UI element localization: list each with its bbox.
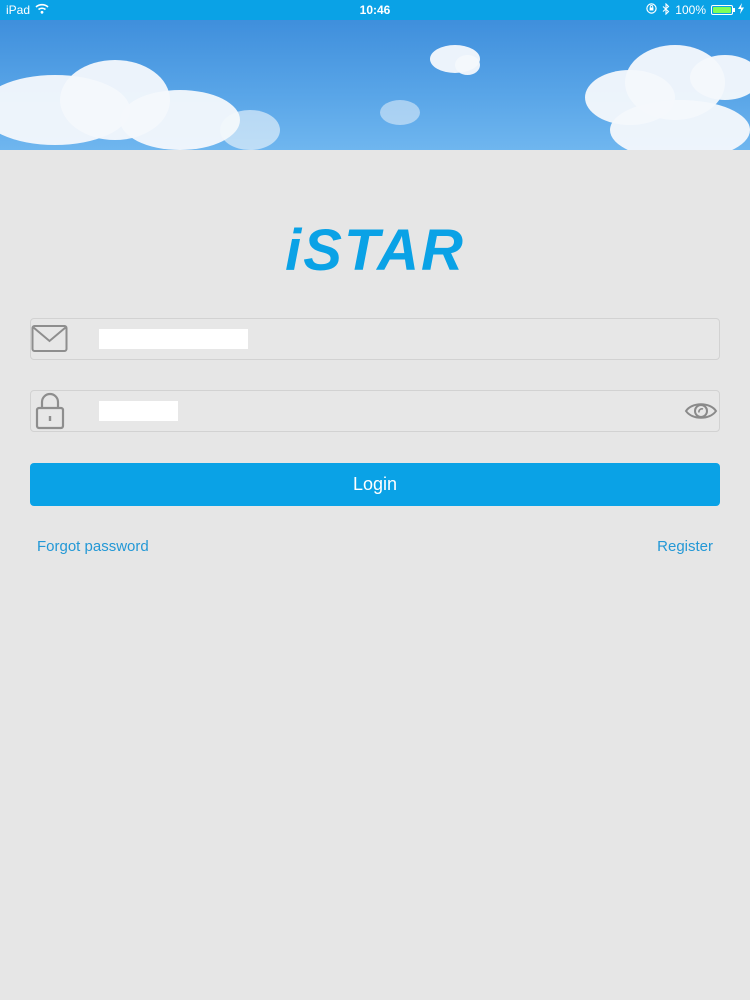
bluetooth-icon — [662, 2, 670, 18]
charging-icon — [738, 3, 744, 17]
device-label: iPad — [6, 3, 31, 17]
status-left: iPad — [6, 3, 49, 17]
register-link[interactable]: Register — [657, 538, 713, 555]
email-input[interactable] — [99, 319, 679, 359]
status-right: 100% — [646, 2, 744, 18]
app-logo: iSTAR — [285, 218, 465, 283]
password-field[interactable] — [30, 390, 720, 432]
forgot-password-link[interactable]: Forgot password — [37, 538, 149, 555]
cloud — [220, 110, 280, 150]
cloud — [120, 90, 240, 150]
password-input[interactable] — [99, 391, 679, 431]
show-password-eye-icon[interactable] — [683, 391, 719, 431]
wifi-icon — [35, 3, 49, 17]
status-bar: iPad 10:46 100% — [0, 0, 750, 20]
battery-percent: 100% — [675, 3, 706, 17]
orientation-lock-icon — [646, 3, 657, 17]
lock-icon — [31, 391, 69, 431]
login-button[interactable]: Login — [30, 463, 720, 506]
cloud — [455, 55, 480, 75]
envelope-icon — [31, 319, 69, 359]
status-time: 10:46 — [359, 3, 391, 17]
cloud — [380, 100, 420, 125]
sky-header-image — [0, 20, 750, 150]
email-field[interactable] — [30, 318, 720, 360]
cloud — [610, 100, 750, 150]
battery-fill — [713, 7, 731, 13]
battery-icon — [711, 5, 735, 15]
